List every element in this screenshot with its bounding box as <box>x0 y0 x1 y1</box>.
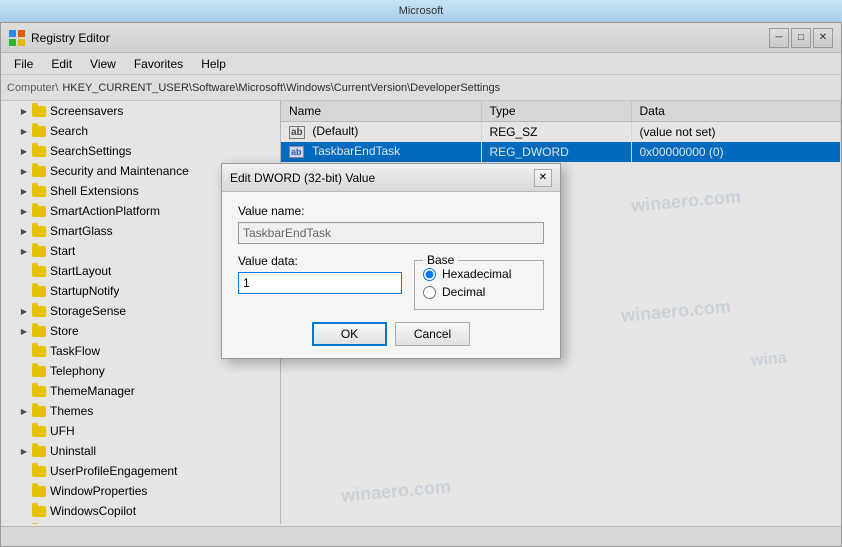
radio-decimal[interactable]: Decimal <box>423 285 535 299</box>
radio-hexadecimal[interactable]: Hexadecimal <box>423 267 535 281</box>
value-name-input[interactable] <box>238 222 544 244</box>
dialog-right-col: Base Hexadecimal Decimal <box>414 254 544 310</box>
ok-button[interactable]: OK <box>312 322 387 346</box>
dialog-body: Value name: Value data: Base Hexadecima <box>222 192 560 358</box>
value-data-label: Value data: <box>238 254 402 268</box>
dialog-title: Edit DWORD (32-bit) Value <box>230 171 375 185</box>
value-name-label: Value name: <box>238 204 544 218</box>
base-group: Base Hexadecimal Decimal <box>414 260 544 310</box>
value-data-input[interactable] <box>238 272 402 294</box>
dialog-buttons: OK Cancel <box>238 322 544 346</box>
dialog-left-col: Value data: <box>238 254 402 310</box>
hex-radio[interactable] <box>423 268 436 281</box>
dialog-close-button[interactable]: ✕ <box>534 169 552 187</box>
base-legend: Base <box>423 253 458 267</box>
dec-label: Decimal <box>442 285 485 299</box>
cancel-button[interactable]: Cancel <box>395 322 470 346</box>
dec-radio[interactable] <box>423 286 436 299</box>
taskbar-title: Microsoft <box>399 5 444 17</box>
hex-label: Hexadecimal <box>442 267 511 281</box>
dialog-title-bar: Edit DWORD (32-bit) Value ✕ <box>222 164 560 192</box>
edit-dword-dialog: Edit DWORD (32-bit) Value ✕ Value name: … <box>221 163 561 359</box>
registry-editor-window: Registry Editor ─ □ ✕ File Edit View Fav… <box>0 22 842 547</box>
taskbar-top: Microsoft <box>0 0 842 22</box>
dialog-data-row: Value data: Base Hexadecimal <box>238 254 544 310</box>
dialog-overlay: Edit DWORD (32-bit) Value ✕ Value name: … <box>1 23 841 546</box>
